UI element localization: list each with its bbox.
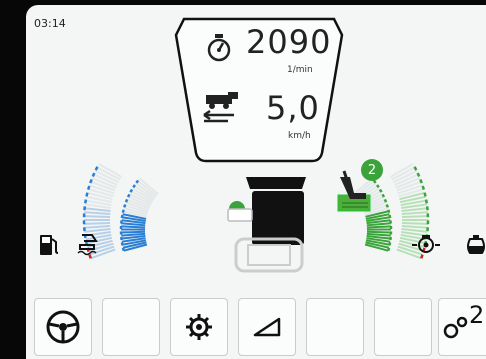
harvester-speed-icon: [203, 92, 238, 123]
engine-rpm-icon: [207, 34, 231, 62]
gauge-segment: [401, 227, 428, 233]
gauge-segment: [401, 211, 428, 215]
gauge-segment: [121, 230, 146, 234]
gauge-edge-tick: [129, 188, 134, 193]
ground-speed-value: 5,0: [266, 89, 320, 127]
gear-icon: [186, 314, 212, 340]
display-area: 03:14 2090 1/min 5,0 km/h 2 2: [26, 5, 486, 359]
gearbox-softkey[interactable]: 2: [438, 298, 486, 356]
gauge-edge-tick: [376, 184, 380, 189]
gauge-segment: [401, 225, 428, 229]
gauge-segment: [121, 232, 146, 237]
gauge-edge-tick: [84, 199, 88, 204]
gauge-edge-tick: [89, 178, 93, 184]
gauge-segment: [366, 225, 391, 229]
slope-softkey[interactable]: [238, 298, 296, 356]
hopper-status-icon: [227, 177, 306, 273]
gauge-segment: [401, 215, 428, 218]
gauge-edge-tick: [383, 198, 388, 203]
gauge-edge-tick: [387, 209, 391, 213]
gauge-edge-tick: [123, 204, 127, 208]
settings-softkey[interactable]: [170, 298, 228, 356]
steering-wheel-icon: [46, 310, 80, 344]
blank-softkey-2[interactable]: [306, 298, 364, 356]
gauge-edge-tick: [135, 179, 140, 184]
gauge-edge-tick: [132, 184, 136, 189]
gear-level-label: 2: [469, 301, 485, 329]
slope-icon: [253, 317, 281, 337]
coolant-icon: [467, 235, 485, 254]
gauge-edge-tick: [120, 242, 124, 246]
gauge-edge-tick: [420, 254, 424, 259]
left-inner-gauge: [119, 177, 159, 252]
gauge-edge-tick: [124, 198, 129, 203]
gauge-segment: [401, 222, 428, 225]
softkey-bar: 2: [26, 293, 486, 359]
engine-rpm-value: 2090: [246, 23, 332, 61]
gauge-edge-tick: [85, 192, 89, 197]
ground-speed-unit: km/h: [288, 131, 311, 141]
gauge-edge-tick: [416, 172, 421, 178]
gauge-edge-tick: [126, 193, 131, 198]
blank-softkey-3[interactable]: [374, 298, 432, 356]
gauge-segment: [84, 215, 111, 218]
gauge-edge-tick: [120, 214, 124, 219]
engine-oil-icon: [412, 235, 440, 253]
gauge-segment: [366, 230, 391, 234]
blank-softkey-1[interactable]: [102, 298, 160, 356]
gauge-edge-tick: [419, 178, 423, 184]
gauge-segment: [84, 222, 111, 225]
gauge-edge-tick: [424, 199, 428, 204]
engine-speed-panel: 2090 1/min 5,0 km/h: [174, 17, 344, 165]
gauge-segment: [84, 225, 111, 229]
def-tank-icon: [77, 234, 98, 256]
gauge-edge-tick: [413, 166, 418, 171]
gauge-segment: [84, 207, 111, 213]
steering-softkey[interactable]: [34, 298, 92, 356]
gauge-segment: [121, 225, 146, 229]
gauge-segment: [401, 207, 428, 213]
gauge-edge-tick: [86, 185, 91, 191]
gauge-edge-tick: [121, 247, 125, 252]
gauge-edge-tick: [423, 192, 427, 197]
gauge-edge-tick: [91, 172, 96, 178]
screen-frame: 03:14 2090 1/min 5,0 km/h 2 2: [0, 0, 486, 359]
gauge-edge-tick: [387, 247, 391, 252]
notification-badge-count: 2: [367, 162, 377, 178]
gauge-edge-tick: [121, 209, 125, 213]
gauge-edge-tick: [388, 242, 392, 246]
fuel-icon: [40, 235, 59, 255]
gauge-edge-tick: [94, 166, 99, 171]
gauge-edge-tick: [388, 214, 392, 219]
engine-rpm-unit: 1/min: [287, 65, 313, 75]
gauge-edge-tick: [385, 204, 389, 208]
gauge-edge-tick: [378, 188, 383, 193]
gauge-edge-tick: [381, 193, 386, 198]
notification-badge[interactable]: 2: [361, 159, 383, 181]
gauge-segment: [84, 211, 111, 215]
gauge-segment: [366, 232, 391, 237]
gauge-edge-tick: [421, 185, 426, 191]
